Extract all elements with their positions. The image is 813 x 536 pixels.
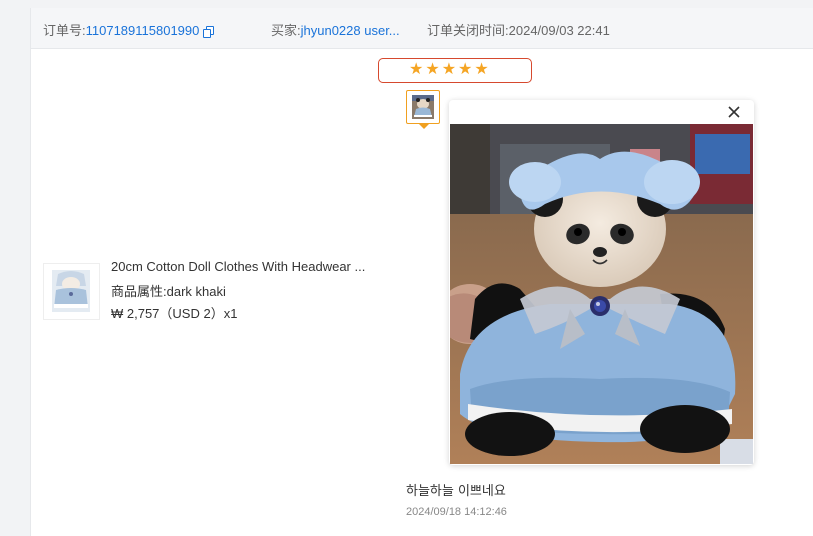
attribute-label: 商品属性: [111, 284, 167, 299]
order-number-link[interactable]: 1107189115801990 [86, 23, 200, 38]
close-icon[interactable] [726, 104, 742, 120]
buyer-group: 买家:jhyun0228 user... [271, 20, 400, 39]
buyer-label: 买家: [271, 23, 301, 38]
review-image-thumbnail[interactable] [406, 90, 440, 124]
order-header: 订单号:1107189115801990 买家:jhyun0228 user..… [31, 8, 813, 49]
order-number-label: 订单号: [43, 23, 86, 38]
attribute-value: dark khaki [166, 284, 226, 299]
image-preview-popup [449, 100, 754, 465]
product-price: ₩ 2,757（USD 2）x1 [111, 306, 238, 321]
product-attribute: 商品属性:dark khaki [111, 281, 226, 300]
star-rating: ★★★★★ [409, 61, 491, 78]
closed-time-value: 2024/09/03 22:41 [508, 23, 610, 38]
buyer-link[interactable]: jhyun0228 user... [301, 23, 400, 38]
product-image[interactable] [43, 263, 100, 320]
closed-time-label: 订单关闭时间: [427, 23, 509, 38]
review-photo [450, 124, 753, 464]
thumbnail-image [412, 95, 434, 119]
order-number-group: 订单号:1107189115801990 [43, 20, 215, 39]
closed-time-group: 订单关闭时间:2024/09/03 22:41 [427, 20, 610, 39]
app-frame: 订单号:1107189115801990 买家:jhyun0228 user..… [0, 0, 813, 536]
rating-highlight: ★★★★★ [378, 58, 532, 83]
review-text: 하늘하늘 이쁘네요 [406, 484, 506, 499]
order-panel: 订单号:1107189115801990 买家:jhyun0228 user..… [30, 8, 813, 536]
review-timestamp: 2024/09/18 14:12:46 [406, 506, 507, 518]
product-title[interactable]: 20cm Cotton Doll Clothes With Headwear .… [111, 259, 365, 274]
copy-icon[interactable] [203, 26, 215, 38]
thumbnail-pointer [419, 124, 429, 129]
